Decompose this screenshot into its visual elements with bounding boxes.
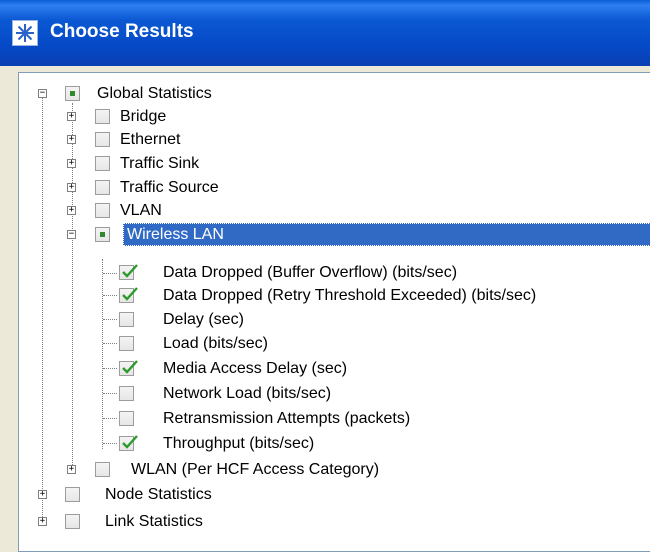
node-label: Traffic Source bbox=[120, 179, 219, 196]
statistic-label: Retransmission Attempts (packets) bbox=[163, 410, 411, 427]
checkbox-icon[interactable] bbox=[119, 435, 138, 451]
expand-icon[interactable]: + bbox=[67, 112, 76, 121]
statistic-media-access-delay[interactable]: Media Access Delay (sec) bbox=[19, 357, 649, 380]
checkbox-icon[interactable] bbox=[95, 132, 110, 147]
statistic-load[interactable]: Load (bits/sec) bbox=[19, 332, 649, 355]
node-label: Bridge bbox=[120, 108, 167, 125]
tree-node-traffic-source[interactable]: + Traffic Source bbox=[19, 176, 649, 199]
title-bar[interactable]: Choose Results bbox=[0, 0, 650, 66]
statistic-data-dropped-retry-threshold[interactable]: Data Dropped (Retry Threshold Exceeded) … bbox=[19, 284, 649, 307]
statistic-label: Delay (sec) bbox=[163, 311, 244, 328]
checkbox-icon[interactable] bbox=[119, 336, 134, 351]
checkbox-icon[interactable] bbox=[119, 287, 138, 303]
partial-checkbox-icon[interactable] bbox=[65, 86, 80, 101]
collapse-icon[interactable]: − bbox=[38, 89, 47, 98]
statistic-label: Network Load (bits/sec) bbox=[163, 385, 332, 402]
results-tree[interactable]: − Global Statistics + Bridge + Ethernet … bbox=[19, 73, 650, 549]
checkbox-icon[interactable] bbox=[119, 386, 134, 401]
node-label: Ethernet bbox=[120, 131, 181, 148]
tree-node-wlan-per-hcf[interactable]: + WLAN (Per HCF Access Category) bbox=[19, 458, 649, 481]
app-icon bbox=[12, 20, 38, 46]
node-label: Global Statistics bbox=[97, 85, 212, 102]
expand-icon[interactable]: + bbox=[67, 135, 76, 144]
statistic-label: Data Dropped (Retry Threshold Exceeded) … bbox=[163, 287, 537, 304]
tree-node-link-statistics[interactable]: + Link Statistics bbox=[19, 510, 649, 533]
statistic-label: Data Dropped (Buffer Overflow) (bits/sec… bbox=[163, 264, 458, 281]
node-label: Node Statistics bbox=[105, 486, 212, 503]
expand-icon[interactable]: + bbox=[38, 490, 47, 499]
checkbox-icon[interactable] bbox=[95, 156, 110, 171]
tree-node-node-statistics[interactable]: + Node Statistics bbox=[19, 483, 649, 506]
checkbox-icon[interactable] bbox=[119, 360, 138, 376]
tree-node-traffic-sink[interactable]: + Traffic Sink bbox=[19, 152, 649, 175]
checkbox-icon[interactable] bbox=[119, 312, 134, 327]
node-label: WLAN (Per HCF Access Category) bbox=[131, 461, 380, 478]
checkmark-icon bbox=[122, 360, 138, 374]
checkbox-icon[interactable] bbox=[65, 487, 80, 502]
expand-icon[interactable]: + bbox=[67, 206, 76, 215]
statistic-retransmission-attempts[interactable]: Retransmission Attempts (packets) bbox=[19, 407, 649, 430]
checkbox-icon[interactable] bbox=[95, 462, 110, 477]
checkmark-icon bbox=[122, 264, 138, 278]
statistic-data-dropped-buffer-overflow[interactable]: Data Dropped (Buffer Overflow) (bits/sec… bbox=[19, 261, 649, 284]
tree-node-vlan[interactable]: + VLAN bbox=[19, 199, 649, 222]
node-label: Traffic Sink bbox=[120, 155, 200, 172]
expand-icon[interactable]: + bbox=[38, 517, 47, 526]
node-label: Link Statistics bbox=[105, 513, 203, 530]
statistic-label: Load (bits/sec) bbox=[163, 335, 268, 352]
choose-results-window: Choose Results − Global Statistics + Bri… bbox=[0, 0, 650, 552]
statistic-throughput[interactable]: Throughput (bits/sec) bbox=[19, 432, 649, 455]
expand-icon[interactable]: + bbox=[67, 183, 76, 192]
statistic-delay[interactable]: Delay (sec) bbox=[19, 308, 649, 331]
checkmark-icon bbox=[122, 287, 138, 301]
checkbox-icon[interactable] bbox=[95, 203, 110, 218]
window-title: Choose Results bbox=[50, 21, 194, 42]
tree-node-global-statistics[interactable]: − Global Statistics bbox=[19, 82, 649, 105]
tree-node-bridge[interactable]: + Bridge bbox=[19, 105, 649, 128]
checkbox-icon[interactable] bbox=[119, 411, 134, 426]
checkbox-icon[interactable] bbox=[95, 109, 110, 124]
node-label: VLAN bbox=[120, 202, 162, 219]
statistic-label: Media Access Delay (sec) bbox=[163, 360, 348, 377]
tree-node-wireless-lan[interactable]: − Wireless LAN bbox=[19, 223, 650, 246]
statistic-label: Throughput (bits/sec) bbox=[163, 435, 315, 452]
checkbox-icon[interactable] bbox=[119, 264, 138, 280]
expand-icon[interactable]: + bbox=[67, 159, 76, 168]
tree-node-ethernet[interactable]: + Ethernet bbox=[19, 128, 649, 151]
checkmark-icon bbox=[122, 435, 138, 449]
partial-checkbox-icon[interactable] bbox=[95, 227, 110, 242]
statistic-network-load[interactable]: Network Load (bits/sec) bbox=[19, 382, 649, 405]
selected-node-label: Wireless LAN bbox=[123, 223, 650, 246]
expand-icon[interactable]: + bbox=[67, 465, 76, 474]
checkbox-icon[interactable] bbox=[95, 180, 110, 195]
checkbox-icon[interactable] bbox=[65, 514, 80, 529]
collapse-icon[interactable]: − bbox=[67, 230, 76, 239]
